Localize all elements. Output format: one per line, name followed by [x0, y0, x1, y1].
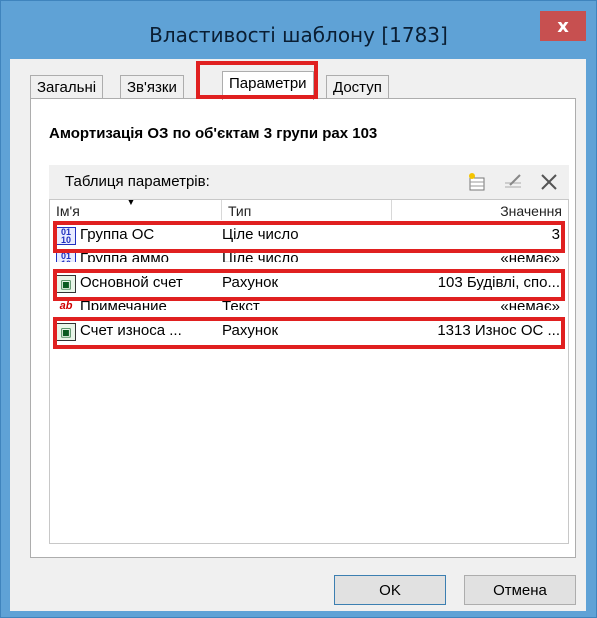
- close-button[interactable]: x: [540, 11, 586, 41]
- column-header-value[interactable]: Значення: [392, 200, 568, 220]
- tab-parameters-highlight: [196, 61, 318, 99]
- params-table-header: Таблиця параметрів:: [49, 165, 569, 199]
- column-type-label: Тип: [228, 203, 252, 219]
- tab-access[interactable]: Доступ: [326, 75, 389, 99]
- row-highlight: [53, 317, 565, 349]
- template-name: Амортизація ОЗ по об'єктам 3 групи рах 1…: [49, 125, 378, 142]
- cancel-button[interactable]: Отмена: [464, 575, 576, 605]
- window-title: Властивості шаблону [1783]: [149, 23, 448, 47]
- tab-links[interactable]: Зв'язки: [120, 75, 184, 99]
- tab-general[interactable]: Загальні: [30, 75, 104, 99]
- delete-parameter-icon[interactable]: [537, 170, 561, 194]
- sort-down-icon: ▼: [126, 200, 136, 208]
- dialog-client-area: Загальні Зв'язки Параметри Доступ Аморти…: [10, 59, 586, 611]
- edit-parameter-icon[interactable]: [501, 170, 525, 194]
- add-parameter-icon[interactable]: [465, 170, 489, 194]
- column-header-name[interactable]: Ім'я ▼: [50, 200, 222, 220]
- properties-window: Властивості шаблону [1783] x Загальні Зв…: [0, 0, 597, 618]
- title-bar[interactable]: Властивості шаблону [1783] x: [1, 1, 596, 59]
- column-header-type[interactable]: Тип: [222, 200, 392, 220]
- row-highlight: [53, 269, 565, 301]
- params-table-title: Таблиця параметрів:: [65, 173, 210, 190]
- column-value-label: Значення: [500, 203, 562, 219]
- ok-button[interactable]: OK: [334, 575, 446, 605]
- row-highlight: [53, 221, 565, 253]
- column-name-label: Ім'я: [56, 203, 80, 219]
- parameters-tab-page: Амортизація ОЗ по об'єктам 3 групи рах 1…: [30, 98, 576, 558]
